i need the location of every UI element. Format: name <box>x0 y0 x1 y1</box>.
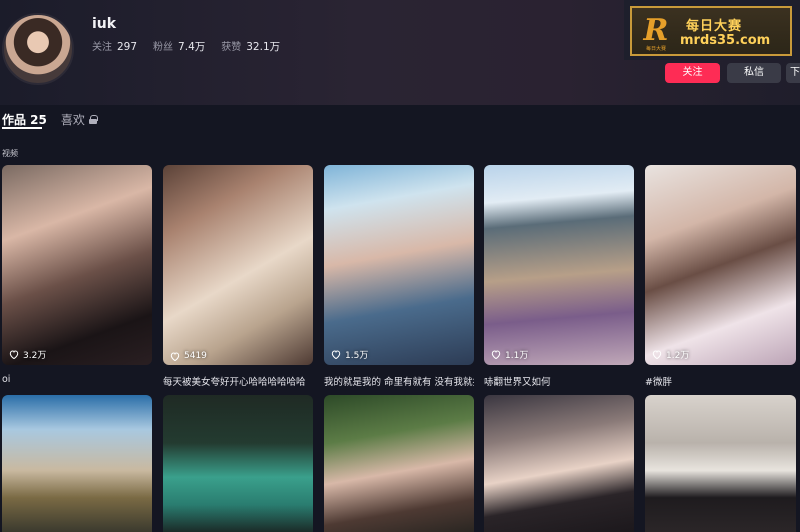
video-card[interactable] <box>484 395 634 532</box>
like-count-value: 5419 <box>184 351 207 361</box>
like-count-value: 1.5万 <box>345 351 369 361</box>
video-card[interactable]: 5419 <box>163 165 313 365</box>
video-card[interactable] <box>163 395 313 532</box>
video-card[interactable] <box>2 395 152 532</box>
heart-icon <box>652 350 662 359</box>
video-caption[interactable]: 哧翻世界又如何 <box>484 374 634 388</box>
like-count: 3.2万 <box>9 348 46 361</box>
video-caption[interactable]: #微胖 <box>645 374 795 388</box>
video-card[interactable]: 3.2万 <box>2 165 152 365</box>
heart-icon <box>491 350 501 359</box>
video-card[interactable] <box>324 395 474 532</box>
heart-icon <box>9 350 19 359</box>
like-count-value: 1.2万 <box>666 351 690 361</box>
heart-icon <box>170 352 180 361</box>
video-card[interactable]: 1.5万 <box>324 165 474 365</box>
video-caption[interactable]: 我的就是我的 命里有就有 没有我就抢 <box>324 374 474 388</box>
heart-icon <box>331 350 341 359</box>
video-grid: 3.2万 5419 1.5万 1.1万 1.2万 oi 每天被美女夸好开心哈哈哈… <box>0 0 800 532</box>
like-count: 5419 <box>170 351 207 361</box>
video-caption[interactable]: 每天被美女夸好开心哈哈哈哈哈哈 <box>163 374 313 388</box>
video-card[interactable]: 1.2万 <box>645 165 796 365</box>
video-card[interactable]: 1.1万 <box>484 165 634 365</box>
like-count: 1.5万 <box>331 348 368 361</box>
like-count: 1.2万 <box>652 348 689 361</box>
like-count-value: 3.2万 <box>23 351 47 361</box>
like-count: 1.1万 <box>491 348 528 361</box>
video-caption[interactable]: oi <box>2 374 152 385</box>
video-card[interactable] <box>645 395 796 532</box>
like-count-value: 1.1万 <box>505 351 529 361</box>
